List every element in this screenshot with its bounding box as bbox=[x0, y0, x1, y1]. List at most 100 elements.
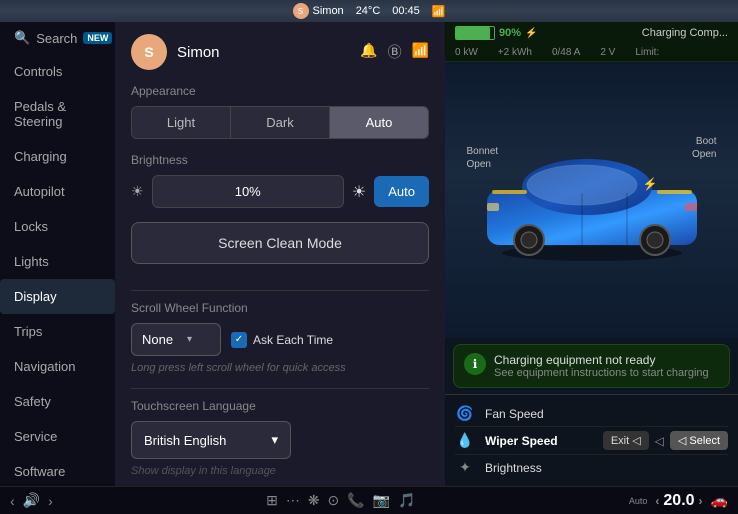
sidebar: 🔍 Search NEW Controls Pedals & Steering … bbox=[0, 22, 115, 486]
top-bar: S Simon 24°C 00:45 📶 bbox=[0, 0, 738, 22]
speed-left-arrow[interactable]: ‹ bbox=[655, 494, 659, 508]
temperature-display: 24°C bbox=[356, 5, 381, 17]
bottom-popup: 🌀 Fan Speed 💧 Wiper Speed Exit ◁ ◁ ◁ Sel… bbox=[445, 394, 738, 486]
profile-indicator[interactable]: S Simon bbox=[293, 3, 344, 19]
language-dropdown[interactable]: British English ▾ bbox=[131, 421, 291, 459]
notification-title: Charging equipment not ready bbox=[494, 353, 709, 367]
bluetooth-icon[interactable]: Ⓑ bbox=[388, 42, 402, 62]
divider-2 bbox=[131, 388, 429, 389]
appearance-dark-btn[interactable]: Dark bbox=[231, 107, 330, 138]
app-icon-asterisk[interactable]: ❋ bbox=[308, 492, 320, 509]
battery-indicator: 90% ⚡ bbox=[455, 26, 537, 40]
charging-label: Charging bbox=[14, 149, 67, 164]
bottom-bar: ‹ 🔊 › ⊞ ⋯ ❋ ⊙ 📞 📷 🎵 Auto ‹ 20.0 › 🚗 bbox=[0, 486, 738, 514]
screen-clean-mode-button[interactable]: Screen Clean Mode bbox=[131, 222, 429, 264]
controls-label: Controls bbox=[14, 64, 62, 79]
car-svg: ⚡ bbox=[472, 135, 712, 265]
scroll-wheel-label: Scroll Wheel Function bbox=[131, 301, 429, 315]
app-icon-camera[interactable]: 📷 bbox=[373, 492, 390, 509]
scroll-wheel-value: None bbox=[142, 332, 173, 347]
stat-amps: 0/48 A bbox=[552, 47, 580, 58]
sidebar-item-safety[interactable]: Safety bbox=[0, 384, 115, 419]
show-display-text: Show display in this language bbox=[131, 465, 429, 477]
wiper-left-arrow: ◁ bbox=[655, 434, 664, 448]
appearance-label: Appearance bbox=[131, 84, 429, 98]
scroll-wheel-hint: Long press left scroll wheel for quick a… bbox=[131, 362, 429, 374]
sidebar-item-lights[interactable]: Lights bbox=[0, 244, 115, 279]
trips-label: Trips bbox=[14, 324, 42, 339]
sidebar-item-software[interactable]: Software bbox=[0, 454, 115, 486]
wiper-controls: Exit ◁ ◁ ◁ Select bbox=[603, 431, 728, 450]
profile-name: Simon bbox=[313, 5, 344, 17]
boot-open-label: BootOpen bbox=[692, 135, 716, 161]
app-icon-circle[interactable]: ⊙ bbox=[328, 492, 340, 509]
center-panel: S Simon 🔔 Ⓑ 📶 Appearance Light Dark Auto… bbox=[115, 22, 445, 486]
car-visualization: ⚡ bbox=[445, 62, 738, 338]
app-icon-dots[interactable]: ⋯ bbox=[286, 492, 300, 509]
safety-label: Safety bbox=[14, 394, 51, 409]
sidebar-item-pedals-steering[interactable]: Pedals & Steering bbox=[0, 89, 115, 139]
bottom-forward-button[interactable]: › bbox=[48, 493, 53, 509]
svg-text:⚡: ⚡ bbox=[642, 177, 657, 191]
brightness-auto-button[interactable]: Auto bbox=[374, 176, 429, 207]
display-label: Display bbox=[14, 289, 57, 304]
divider-1 bbox=[131, 290, 429, 291]
header-icons: 🔔 Ⓑ 📶 bbox=[360, 42, 429, 62]
bonnet-open-label: BonnetOpen bbox=[467, 145, 499, 171]
speed-value: 20.0 bbox=[663, 492, 694, 510]
appearance-light-btn[interactable]: Light bbox=[132, 107, 231, 138]
brightness-popup-label: Brightness bbox=[485, 461, 728, 475]
sidebar-item-navigation[interactable]: Navigation bbox=[0, 349, 115, 384]
wiper-select-button[interactable]: ◁ Select bbox=[670, 431, 728, 450]
app-icon-grid[interactable]: ⊞ bbox=[266, 492, 278, 509]
ask-each-time-checkbox[interactable]: ✓ bbox=[231, 332, 247, 348]
bottom-right-controls: Auto ‹ 20.0 › 🚗 bbox=[629, 492, 728, 510]
sidebar-item-service[interactable]: Service bbox=[0, 419, 115, 454]
ask-each-time-label: Ask Each Time bbox=[253, 333, 333, 347]
brightness-popup-icon: ✦ bbox=[455, 459, 475, 476]
charging-stats: 0 kW +2 kWh 0/48 A 2 V Limit: bbox=[445, 44, 738, 62]
stat-kwh: +2 kWh bbox=[498, 47, 532, 58]
bottom-app-icons: ⊞ ⋯ ❋ ⊙ 📞 📷 🎵 bbox=[266, 492, 416, 509]
fan-speed-label: Fan Speed bbox=[485, 407, 728, 421]
car-status-icon[interactable]: 🚗 bbox=[711, 492, 728, 509]
sidebar-item-trips[interactable]: Trips bbox=[0, 314, 115, 349]
brightness-control: ☀ 10% ☀ Auto bbox=[131, 175, 429, 208]
speed-right-arrow[interactable]: › bbox=[699, 494, 703, 508]
bell-icon[interactable]: 🔔 bbox=[360, 42, 377, 62]
sidebar-item-search[interactable]: 🔍 Search NEW bbox=[0, 22, 115, 54]
battery-fill bbox=[456, 27, 490, 39]
bottom-back-button[interactable]: ‹ bbox=[10, 493, 15, 509]
appearance-auto-btn[interactable]: Auto bbox=[330, 107, 428, 138]
sidebar-item-charging[interactable]: Charging bbox=[0, 139, 115, 174]
appearance-selector: Light Dark Auto bbox=[131, 106, 429, 139]
brightness-row: ✦ Brightness bbox=[455, 455, 728, 480]
auto-speed-label: Auto bbox=[629, 496, 648, 506]
wifi-icon: 📶 bbox=[432, 5, 446, 18]
wiper-speed-label: Wiper Speed bbox=[485, 434, 593, 448]
brightness-value[interactable]: 10% bbox=[152, 175, 344, 208]
autopilot-label: Autopilot bbox=[14, 184, 65, 199]
service-label: Service bbox=[14, 429, 57, 444]
sidebar-item-autopilot[interactable]: Autopilot bbox=[0, 174, 115, 209]
wiper-exit-button[interactable]: Exit ◁ bbox=[603, 431, 649, 450]
pedals-label: Pedals & Steering bbox=[14, 99, 101, 129]
charging-header: 90% ⚡ Charging Comp... bbox=[445, 22, 738, 44]
lang-chevron-down-icon: ▾ bbox=[271, 432, 278, 448]
app-icon-phone[interactable]: 📞 bbox=[347, 492, 364, 509]
user-avatar: S bbox=[131, 34, 167, 70]
time-display: 00:45 bbox=[392, 5, 420, 17]
sidebar-item-display[interactable]: Display bbox=[0, 279, 115, 314]
touchscreen-language-label: Touchscreen Language bbox=[131, 399, 429, 413]
bottom-volume-button[interactable]: 🔊 bbox=[23, 492, 40, 509]
sidebar-item-controls[interactable]: Controls bbox=[0, 54, 115, 89]
fan-icon: 🌀 bbox=[455, 405, 475, 422]
top-bar-info: S Simon 24°C 00:45 📶 bbox=[293, 3, 446, 19]
sidebar-item-locks[interactable]: Locks bbox=[0, 209, 115, 244]
new-badge: NEW bbox=[83, 32, 112, 44]
wifi-header-icon[interactable]: 📶 bbox=[412, 42, 429, 62]
app-icon-music[interactable]: 🎵 bbox=[398, 492, 415, 509]
lights-label: Lights bbox=[14, 254, 49, 269]
language-value: British English bbox=[144, 433, 226, 448]
scroll-wheel-dropdown[interactable]: None ▾ bbox=[131, 323, 221, 356]
